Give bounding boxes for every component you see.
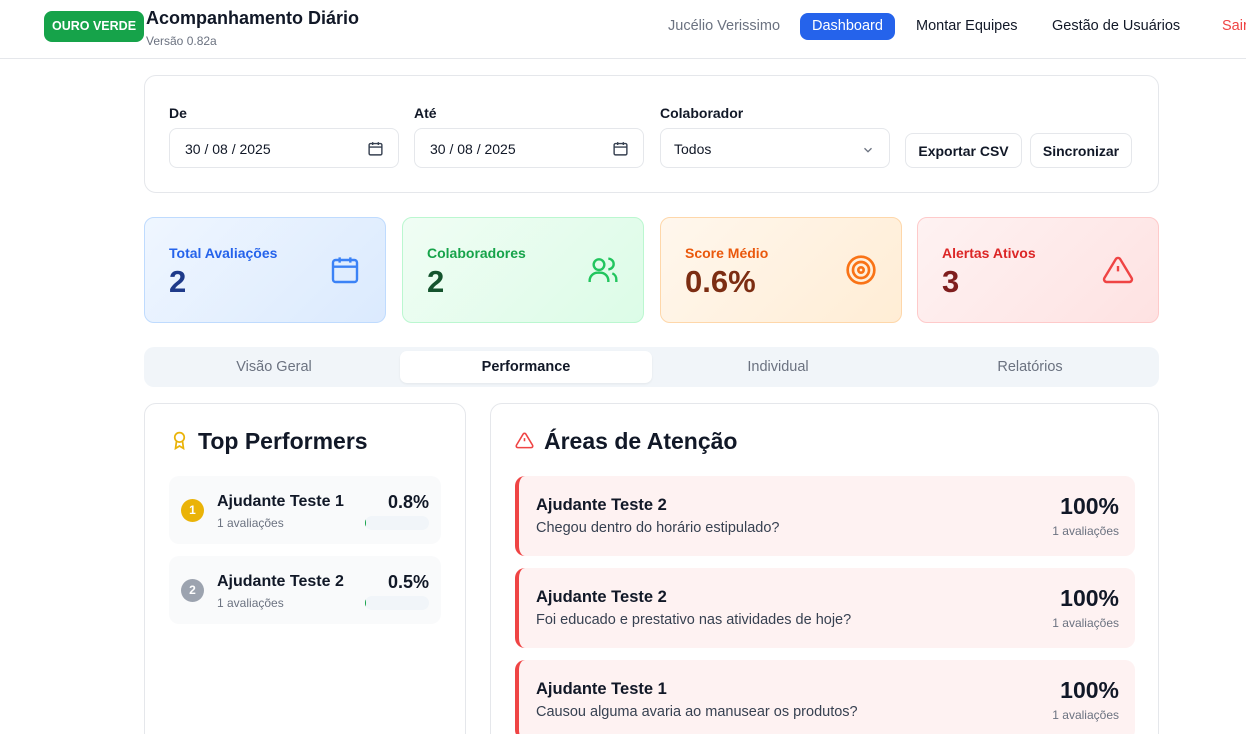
attention-areas-title: Áreas de Atenção [544, 428, 738, 454]
attention-count: 1 avaliações [1052, 524, 1119, 538]
attention-item[interactable]: Ajudante Teste 2 Chegou dentro do horári… [515, 476, 1135, 556]
from-date-value: 30 / 08 / 2025 [185, 141, 271, 157]
rank-badge: 1 [181, 499, 204, 522]
performer-item[interactable]: 2 Ajudante Teste 2 1 avaliações 0.5% [169, 556, 441, 624]
award-icon [173, 431, 186, 450]
nav-gestao-usuarios[interactable]: Gestão de Usuários [1052, 13, 1180, 40]
stat-label: Colaboradores [427, 245, 526, 261]
performer-score: 0.8% [387, 492, 429, 512]
calendar-icon[interactable] [612, 140, 629, 157]
tab-visao-geral[interactable]: Visão Geral [148, 351, 400, 383]
stat-value: 3 [942, 264, 960, 299]
attention-name: Ajudante Teste 2 [536, 588, 667, 606]
tab-relatorios[interactable]: Relatórios [904, 351, 1156, 383]
stat-value: 0.6% [685, 264, 756, 299]
app-version: Versão 0.82a [146, 34, 217, 48]
top-performers-panel: Top Performers 1 Ajudante Teste 1 1 aval… [144, 403, 466, 734]
chevron-down-icon [864, 147, 872, 153]
stat-card-total-evaluations: Total Avaliações 2 [144, 217, 386, 323]
performer-progress-bar [365, 516, 429, 530]
performer-progress-fill [365, 516, 366, 530]
attention-count: 1 avaliações [1052, 616, 1119, 630]
filters-card: De 30 / 08 / 2025 Até 30 / 08 / 2025 Col… [144, 75, 1159, 193]
attention-question: Causou alguma avaria ao manusear os prod… [536, 704, 858, 720]
attention-item[interactable]: Ajudante Teste 1 Causou alguma avaria ao… [515, 660, 1135, 734]
stat-label: Alertas Ativos [942, 245, 1036, 261]
collaborator-value: Todos [674, 141, 712, 157]
app-header: OURO VERDE Acompanhamento Diário Versão … [0, 0, 1246, 59]
attention-percent: 100% [1060, 585, 1119, 611]
performer-name: Ajudante Teste 2 [217, 573, 344, 590]
app-title: Acompanhamento Diário [146, 8, 360, 28]
nav-dashboard[interactable]: Dashboard [800, 13, 895, 40]
stat-card-average-score: Score Médio 0.6% [660, 217, 902, 323]
to-date-label: Até [414, 105, 437, 121]
attention-percent: 100% [1060, 493, 1119, 519]
attention-question: Foi educado e prestativo nas atividades … [536, 612, 852, 628]
attention-areas-panel: Áreas de Atenção Ajudante Teste 2 Chegou… [490, 403, 1159, 734]
collaborator-select[interactable]: Todos [660, 128, 890, 168]
export-csv-button[interactable]: Exportar CSV [905, 133, 1022, 168]
from-date-label: De [169, 105, 187, 121]
tab-bar: Visão Geral Performance Individual Relat… [144, 347, 1159, 387]
attention-question: Chegou dentro do horário estipulado? [536, 520, 780, 536]
tab-individual[interactable]: Individual [652, 351, 904, 383]
attention-item[interactable]: Ajudante Teste 2 Foi educado e prestativ… [515, 568, 1135, 648]
performer-score: 0.5% [387, 572, 429, 592]
stat-label: Total Avaliações [169, 245, 278, 261]
rank-badge: 2 [181, 579, 204, 602]
calendar-icon [331, 257, 359, 284]
alert-triangle-icon [515, 432, 534, 449]
nav-current-user: Jucélio Verissimo [668, 18, 781, 34]
users-icon [588, 257, 618, 282]
performer-item[interactable]: 1 Ajudante Teste 1 1 avaliações 0.8% [169, 476, 441, 544]
calendar-icon[interactable] [367, 140, 384, 157]
stat-label: Score Médio [685, 245, 769, 261]
from-date-input[interactable]: 30 / 08 / 2025 [169, 128, 399, 168]
stat-card-active-alerts: Alertas Ativos 3 [917, 217, 1159, 323]
alert-triangle-icon [1102, 256, 1134, 284]
attention-name: Ajudante Teste 1 [536, 680, 667, 698]
brand-logo: OURO VERDE [44, 11, 145, 42]
tab-performance[interactable]: Performance [400, 351, 652, 383]
stat-value: 2 [427, 264, 445, 299]
stat-value: 2 [169, 264, 187, 299]
to-date-input[interactable]: 30 / 08 / 2025 [414, 128, 644, 168]
attention-count: 1 avaliações [1052, 708, 1119, 722]
target-icon [846, 255, 876, 285]
sync-button[interactable]: Sincronizar [1030, 133, 1132, 168]
top-performers-title: Top Performers [198, 428, 368, 454]
performer-name: Ajudante Teste 1 [217, 493, 344, 510]
nav-montar-equipes[interactable]: Montar Equipes [916, 13, 1018, 40]
attention-percent: 100% [1060, 677, 1119, 703]
attention-name: Ajudante Teste 2 [536, 496, 667, 514]
stat-card-collaborators: Colaboradores 2 [402, 217, 644, 323]
collaborator-label: Colaborador [660, 105, 744, 121]
performer-progress-bar [365, 596, 429, 610]
nav-exit[interactable]: Sair [1222, 13, 1246, 40]
to-date-value: 30 / 08 / 2025 [430, 141, 516, 157]
performer-count: 1 avaliações [217, 596, 284, 610]
performer-count: 1 avaliações [217, 516, 284, 530]
